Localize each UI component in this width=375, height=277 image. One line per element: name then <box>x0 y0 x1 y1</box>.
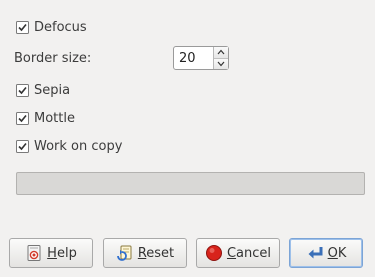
ok-icon <box>306 244 324 262</box>
ok-button[interactable]: OK <box>289 238 363 268</box>
border-size-spinner[interactable]: 20 <box>173 46 229 70</box>
chevron-up-icon <box>217 49 225 55</box>
mottle-checkbox-row[interactable]: Mottle <box>16 111 75 126</box>
border-size-value[interactable]: 20 <box>174 51 213 66</box>
mottle-checkbox[interactable] <box>16 112 29 125</box>
help-button[interactable]: Help <box>9 238 93 268</box>
cancel-label: ancel <box>236 245 272 261</box>
help-label: elp <box>56 245 77 261</box>
chevron-down-icon <box>217 61 225 67</box>
reset-mnemonic: R <box>137 245 147 261</box>
help-icon <box>25 244 43 262</box>
cancel-button[interactable]: Cancel <box>196 238 280 268</box>
defocus-checkbox[interactable] <box>16 21 29 34</box>
work-on-copy-checkbox-row[interactable]: Work on copy <box>16 139 122 154</box>
spin-up-button[interactable] <box>214 47 228 59</box>
sepia-checkbox[interactable] <box>16 84 29 97</box>
border-size-row: Border size: <box>14 51 91 66</box>
cancel-mnemonic: C <box>226 245 237 261</box>
defocus-checkbox-row[interactable]: Defocus <box>16 20 87 35</box>
sepia-label: Sepia <box>34 83 71 98</box>
ok-label: K <box>337 245 347 261</box>
sepia-checkbox-row[interactable]: Sepia <box>16 83 70 98</box>
progress-bar <box>16 172 365 195</box>
reset-icon <box>116 244 134 262</box>
help-mnemonic: H <box>47 245 57 261</box>
border-size-label: Border size: <box>14 51 92 66</box>
reset-label: eset <box>146 245 175 261</box>
work-on-copy-checkbox[interactable] <box>16 140 29 153</box>
cancel-icon <box>205 244 223 262</box>
mottle-label: Mottle <box>34 111 75 126</box>
ok-mnemonic: O <box>327 245 338 261</box>
work-on-copy-label: Work on copy <box>34 139 123 154</box>
reset-button[interactable]: Reset <box>103 238 187 268</box>
defocus-label: Defocus <box>34 20 87 35</box>
spin-down-button[interactable] <box>214 58 228 69</box>
